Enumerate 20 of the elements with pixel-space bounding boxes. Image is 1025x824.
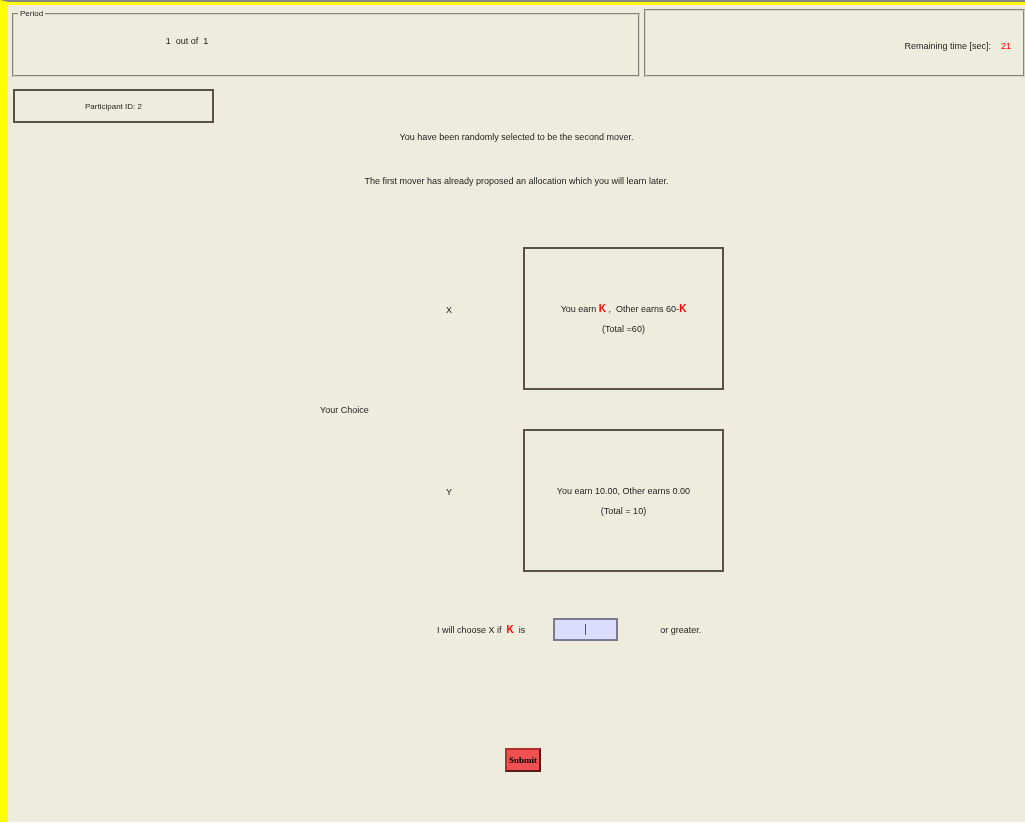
period-legend: Period bbox=[18, 9, 46, 18]
threshold-input[interactable] bbox=[553, 618, 619, 641]
payoff-text: You earn K , Other earns 60-K bbox=[560, 303, 687, 314]
threshold-suffix: or greater. bbox=[660, 624, 702, 635]
choice-label: Your Choice bbox=[320, 404, 370, 415]
option-box[interactable]: You earn 10.00, Other earns 0.00 (Total = 10) bbox=[523, 429, 724, 572]
payoff-text: (Total =60) bbox=[602, 324, 645, 334]
timer-label: Remaining time [sec]: bbox=[904, 41, 991, 51]
option-letter: Y bbox=[446, 486, 452, 497]
period-counter: 1 out of 1 bbox=[164, 36, 210, 46]
option-box[interactable]: You earn K , Other earns 60-K (Total =60) bbox=[523, 247, 724, 390]
instruction-text: The first mover has already proposed an allocation which you will learn later. bbox=[363, 176, 670, 186]
threshold-prompt: I will choose X if K is bbox=[437, 624, 526, 635]
payoff-text: You earn 10.00, Other earns 0.00 bbox=[556, 485, 691, 496]
payoff-text: (Total = 10) bbox=[600, 505, 647, 516]
submit-button[interactable]: Submit bbox=[505, 748, 541, 772]
timer-value: 21 bbox=[1001, 41, 1011, 51]
instruction-text: You have been randomly selected to be the second mover. bbox=[398, 132, 635, 142]
option-letter: X bbox=[446, 304, 452, 315]
participant-id: Participant ID: 2 bbox=[13, 89, 214, 123]
